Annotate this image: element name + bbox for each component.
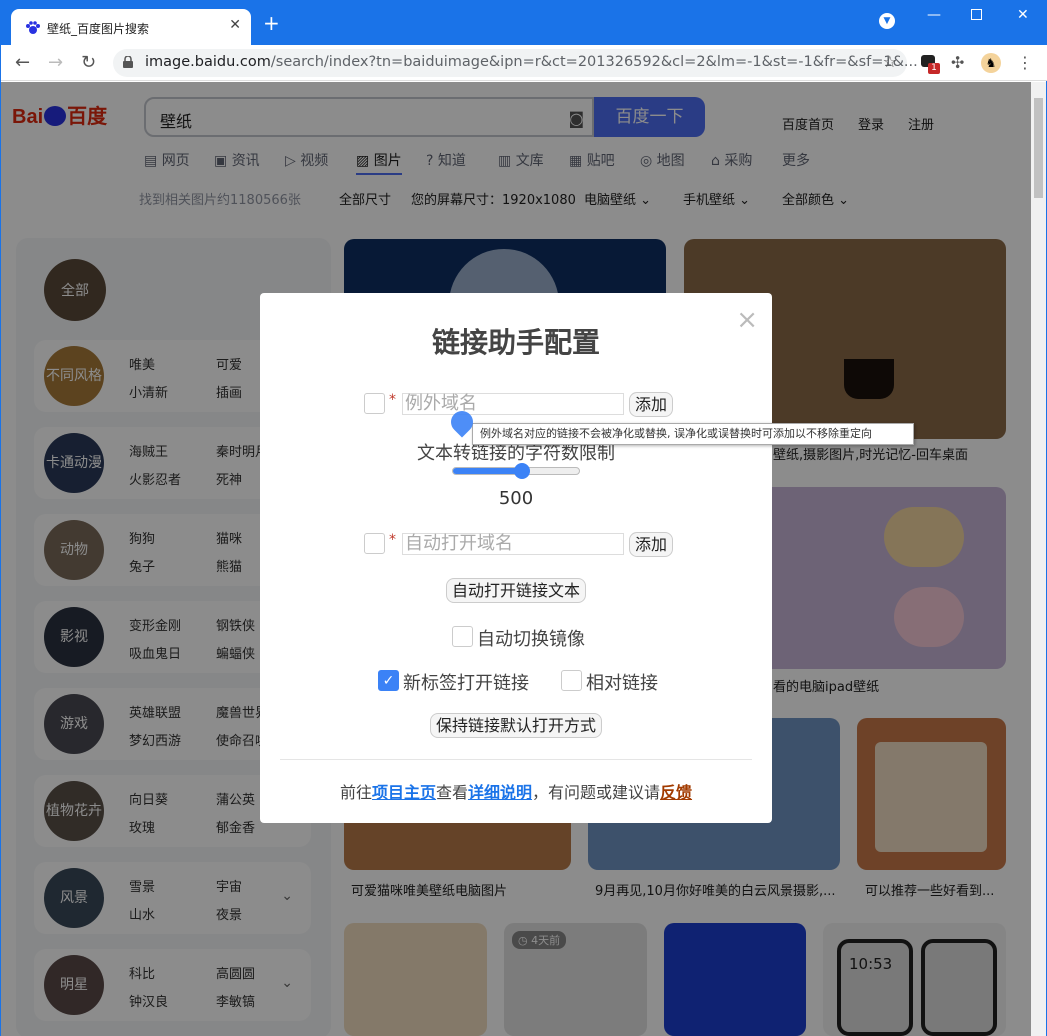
slider-fill — [453, 468, 523, 474]
footer-text: 前往 — [339, 783, 372, 802]
forward-icon[interactable]: → — [48, 52, 63, 73]
maximize-icon[interactable] — [971, 9, 982, 20]
url-host: image.baidu.com — [145, 54, 271, 70]
tab-search-icon[interactable]: ▼ — [879, 13, 895, 29]
footer-text: ，有问题或建议请 — [532, 783, 661, 802]
link-helper-config-dialog: 链接助手配置 × * 例外域名 添加 文本转链接的字符数限制 500 * 自动打… — [260, 293, 772, 823]
address-bar[interactable]: image.baidu.com/search/index?tn=baiduima… — [113, 49, 918, 77]
back-icon[interactable]: ← — [15, 52, 30, 73]
relative-link-checkbox[interactable] — [561, 670, 582, 691]
profile-avatar[interactable]: ♞ — [981, 53, 1001, 73]
bookmark-star-icon[interactable]: ☆ — [883, 52, 897, 71]
auto-open-domain-input[interactable]: 自动打开域名 — [402, 533, 624, 555]
auto-open-link-text-button[interactable]: 自动打开链接文本 — [446, 578, 586, 603]
minimize-icon[interactable]: — — [927, 7, 941, 23]
url-text: image.baidu.com/search/index?tn=baiduima… — [145, 54, 918, 70]
menu-icon[interactable]: ⋮ — [1017, 53, 1037, 73]
url-path: /search/index?tn=baiduimage&ipn=r&ct=201… — [270, 54, 918, 70]
tab-close-icon[interactable]: ✕ — [229, 17, 241, 33]
slider-knob[interactable] — [514, 463, 531, 479]
slider-value: 500 — [498, 488, 534, 509]
add-auto-open-button[interactable]: 添加 — [629, 532, 673, 557]
add-exclude-button[interactable]: 添加 — [629, 392, 673, 417]
keep-default-open-button[interactable]: 保持链接默认打开方式 — [430, 713, 602, 738]
dialog-title: 链接助手配置 — [431, 326, 600, 359]
new-tab-checkbox[interactable]: ✓ — [378, 670, 399, 691]
new-tab-label: 新标签打开链接 — [403, 673, 529, 694]
lock-icon — [123, 56, 133, 68]
required-mark: * — [389, 392, 396, 408]
window-close-icon[interactable]: ✕ — [1017, 7, 1029, 23]
extension-icon[interactable]: 1 — [919, 53, 940, 74]
footer-text: 查看 — [435, 783, 468, 802]
dialog-footer: 前往项目主页查看详细说明，有问题或建议请反馈 — [260, 779, 772, 803]
scrollbar-thumb[interactable] — [1034, 98, 1043, 198]
active-tab[interactable]: 壁纸_百度图片搜索 ✕ — [11, 9, 251, 45]
tab-title: 壁纸_百度图片搜索 — [47, 22, 150, 36]
puzzle-icon[interactable]: ✣ — [951, 53, 971, 73]
feedback-link[interactable]: 反馈 — [660, 783, 692, 802]
reload-icon[interactable]: ↻ — [81, 52, 96, 73]
auto-open-checkbox[interactable] — [364, 533, 385, 554]
auto-mirror-checkbox[interactable] — [452, 626, 473, 647]
exclude-domain-input[interactable]: 例外域名 — [402, 393, 624, 415]
exclude-domain-tooltip: 例外域名对应的链接不会被净化或替换, 误净化或误替换时可添加以不移除重定向 — [472, 423, 914, 445]
tab-strip: 壁纸_百度图片搜索 ✕ + ▼ — ✕ — [1, 1, 1047, 45]
required-mark: * — [389, 532, 396, 548]
exclude-domain-checkbox[interactable] — [364, 393, 385, 414]
extension-badge: 1 — [928, 63, 940, 74]
close-icon[interactable]: × — [736, 305, 758, 335]
details-link[interactable]: 详细说明 — [468, 783, 532, 802]
auto-mirror-label: 自动切换镜像 — [477, 629, 585, 650]
relative-link-label: 相对链接 — [586, 673, 658, 694]
project-home-link[interactable]: 项目主页 — [372, 783, 436, 802]
toolbar: ← → ↻ image.baidu.com/search/index?tn=ba… — [1, 45, 1047, 81]
browser-window: 壁纸_百度图片搜索 ✕ + ▼ — ✕ ← → ↻ image.baidu.co… — [0, 0, 1047, 1036]
page-scrollbar[interactable] — [1031, 82, 1046, 1036]
divider — [280, 759, 752, 760]
new-tab-icon[interactable]: + — [263, 13, 280, 33]
baidu-paw-icon — [26, 21, 40, 34]
text-limit-slider[interactable] — [452, 463, 580, 479]
